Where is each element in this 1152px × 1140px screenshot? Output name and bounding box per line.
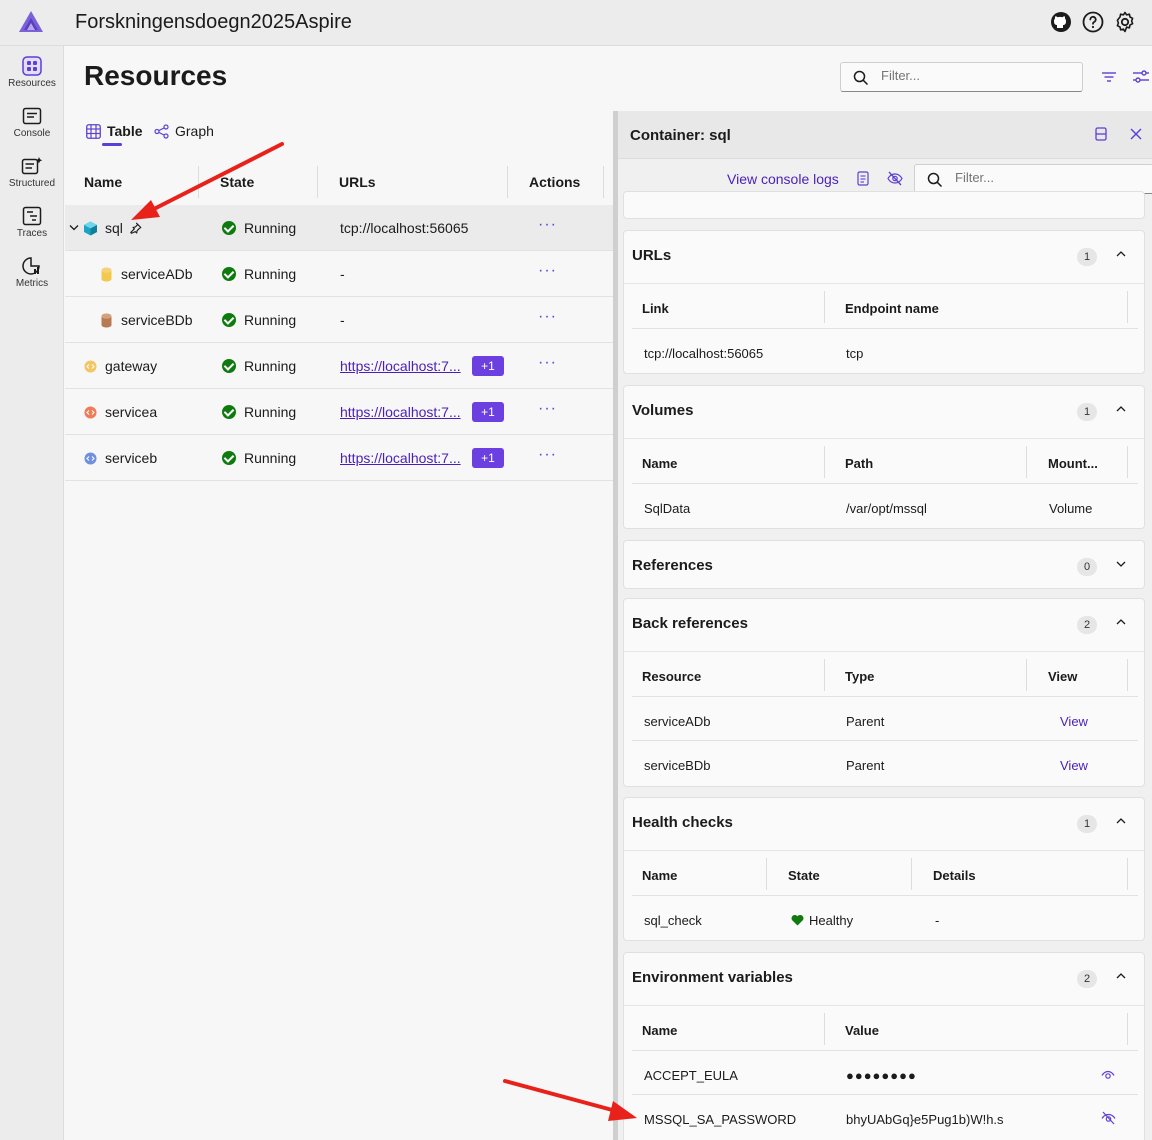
annotation-arrowhead-sql <box>131 200 160 220</box>
annotation-arrows <box>131 142 637 1121</box>
annotation-arrow-sql <box>148 142 284 213</box>
annotation-arrow-password <box>503 1079 618 1113</box>
annotation-arrowhead-password <box>608 1101 637 1121</box>
